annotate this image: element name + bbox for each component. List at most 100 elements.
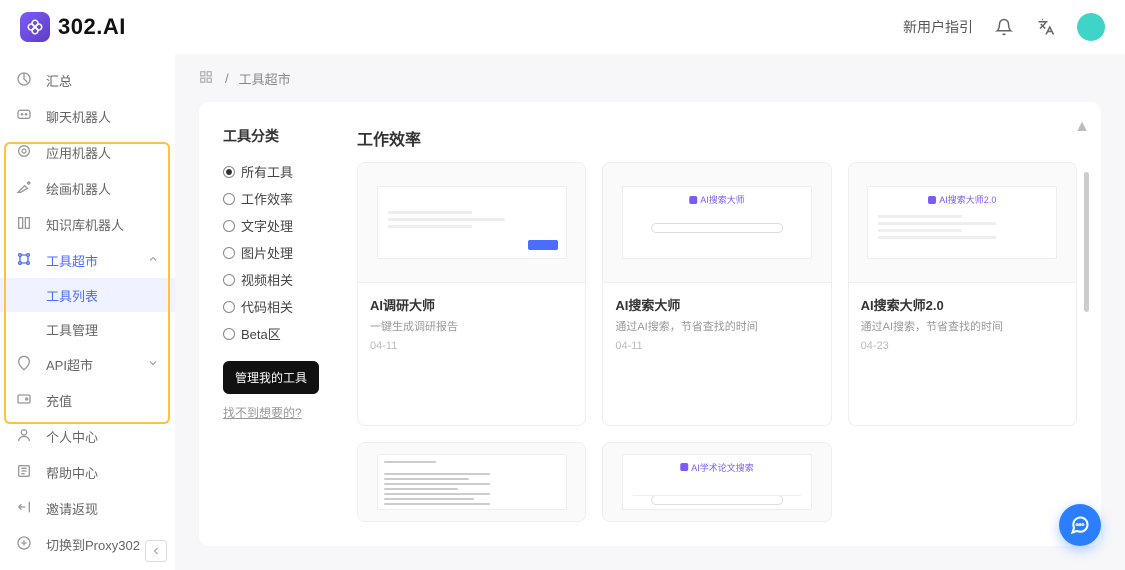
radio-icon — [223, 247, 235, 259]
tool-card[interactable]: AI搜索大师2.0 AI搜索大师2.0 通过AI搜索，节省查找的时间 04-23 — [848, 162, 1077, 426]
breadcrumb-home-icon[interactable] — [199, 70, 215, 86]
tool-thumbnail: AI搜索大师2.0 — [849, 163, 1076, 283]
tool-thumbnail: AI学术论文搜索 — [603, 443, 830, 522]
help-icon — [16, 463, 34, 481]
sidebar-item-drawbot[interactable]: 绘画机器人 — [0, 170, 175, 206]
tool-title: AI搜索大师 — [615, 295, 818, 314]
tool-thumbnail: AI搜索大师 — [603, 163, 830, 283]
new-user-guide-link[interactable]: 新用户指引 — [903, 17, 973, 37]
tool-title: AI搜索大师2.0 — [861, 295, 1064, 314]
thumb-brand-label: AI搜索大师 — [689, 193, 745, 206]
sidebar-item-label: 应用机器人 — [46, 143, 111, 162]
tool-card-placeholder — [848, 442, 1077, 523]
tool-desc: 通过AI搜索，节省查找的时间 — [615, 318, 818, 334]
radio-icon — [223, 220, 235, 232]
radio-icon — [223, 166, 235, 178]
sidebar-item-knowledgebot[interactable]: 知识库机器人 — [0, 206, 175, 242]
thumb-brand-label: AI搜索大师2.0 — [928, 193, 996, 206]
tool-desc: 通过AI搜索，节省查找的时间 — [861, 318, 1064, 334]
sidebar-subitem-label: 工具管理 — [46, 320, 98, 339]
sidebar-subitem-label: 工具列表 — [46, 286, 98, 305]
tools-icon — [16, 251, 34, 269]
sidebar-item-label: 邀请返现 — [46, 499, 98, 518]
api-icon — [16, 355, 34, 373]
chevron-down-icon — [147, 357, 159, 372]
swap-icon — [16, 535, 34, 553]
knowledge-icon — [16, 215, 34, 233]
sidebar-subitem-toollist[interactable]: 工具列表 — [0, 278, 175, 312]
tool-date: 04-11 — [615, 340, 818, 352]
sidebar-item-toolstore[interactable]: 工具超市 — [0, 242, 175, 278]
missing-tool-link[interactable]: 找不到想要的? — [223, 404, 333, 421]
sidebar-item-label: 个人中心 — [46, 427, 98, 446]
notification-icon[interactable] — [993, 16, 1015, 38]
radio-icon — [223, 301, 235, 313]
main-panel: 工具分类 所有工具 工作效率 文字处理 图片处理 视频相关 代码相关 Beta区… — [199, 102, 1101, 546]
sidebar: 汇总 聊天机器人 应用机器人 绘画机器人 知识库机器人 工具超市 工具列表 工具… — [0, 54, 175, 570]
manage-my-tools-button[interactable]: 管理我的工具 — [223, 361, 319, 394]
category-option-text[interactable]: 文字处理 — [223, 212, 333, 239]
tool-grid: AI调研大师 一键生成调研报告 04-11 AI搜索大师 — [357, 162, 1077, 522]
invite-icon — [16, 499, 34, 517]
sidebar-item-summary[interactable]: 汇总 — [0, 62, 175, 98]
tool-thumbnail — [358, 443, 585, 522]
topbar-actions: 新用户指引 — [903, 13, 1105, 41]
breadcrumb-current: 工具超市 — [239, 69, 291, 88]
user-avatar[interactable] — [1077, 13, 1105, 41]
sidebar-item-apistore[interactable]: API超市 — [0, 346, 175, 382]
sidebar-subitem-toolmanage[interactable]: 工具管理 — [0, 312, 175, 346]
breadcrumb-separator: / — [225, 71, 229, 86]
tool-card[interactable]: AI学术论文搜索 — [602, 442, 831, 523]
chat-icon — [16, 107, 34, 125]
scrollbar-thumb[interactable] — [1084, 172, 1089, 312]
breadcrumb: / 工具超市 — [175, 54, 1125, 102]
sidebar-collapse-button[interactable] — [145, 540, 167, 562]
sidebar-item-chatbot[interactable]: 聊天机器人 — [0, 98, 175, 134]
sidebar-item-label: 切换到Proxy302 — [46, 535, 140, 554]
app-icon — [16, 143, 34, 161]
category-option-all[interactable]: 所有工具 — [223, 158, 333, 185]
tool-card[interactable]: AI搜索大师 AI搜索大师 通过AI搜索，节省查找的时间 04-11 — [602, 162, 831, 426]
sidebar-item-label: 绘画机器人 — [46, 179, 111, 198]
chat-fab-button[interactable] — [1059, 504, 1101, 546]
category-option-video[interactable]: 视频相关 — [223, 266, 333, 293]
content-area: / 工具超市 工具分类 所有工具 工作效率 文字处理 图片处理 视频相关 代码相… — [175, 54, 1125, 570]
language-icon[interactable] — [1035, 16, 1057, 38]
draw-icon — [16, 179, 34, 197]
chevron-up-icon — [147, 253, 159, 268]
user-icon — [16, 427, 34, 445]
category-option-code[interactable]: 代码相关 — [223, 293, 333, 320]
brand-logo-icon — [20, 12, 50, 42]
catalog-heading: 工作效率 — [357, 126, 1077, 150]
catalog: 工作效率 AI调研大师 一键生成调研报告 04-11 — [357, 126, 1077, 522]
sidebar-item-invite[interactable]: 邀请返现 — [0, 490, 175, 526]
sidebar-item-help[interactable]: 帮助中心 — [0, 454, 175, 490]
sidebar-item-appbot[interactable]: 应用机器人 — [0, 134, 175, 170]
sidebar-item-recharge[interactable]: 充值 — [0, 382, 175, 418]
radio-icon — [223, 193, 235, 205]
category-option-beta[interactable]: Beta区 — [223, 320, 333, 347]
radio-icon — [223, 274, 235, 286]
radio-icon — [223, 328, 235, 340]
tool-card[interactable] — [357, 442, 586, 523]
category-option-image[interactable]: 图片处理 — [223, 239, 333, 266]
category-option-efficiency[interactable]: 工作效率 — [223, 185, 333, 212]
scroll-up-button[interactable]: ▲ — [1074, 118, 1090, 136]
sidebar-item-label: 工具超市 — [46, 251, 98, 270]
sidebar-item-label: 聊天机器人 — [46, 107, 111, 126]
category-title: 工具分类 — [223, 126, 333, 146]
wallet-icon — [16, 391, 34, 409]
main-layout: 汇总 聊天机器人 应用机器人 绘画机器人 知识库机器人 工具超市 工具列表 工具… — [0, 54, 1125, 570]
tool-thumbnail — [358, 163, 585, 283]
brand-logo[interactable]: 302.AI — [20, 12, 126, 42]
sidebar-item-profile[interactable]: 个人中心 — [0, 418, 175, 454]
sidebar-item-label: 汇总 — [46, 71, 72, 90]
brand-text: 302.AI — [58, 14, 126, 40]
top-bar: 302.AI 新用户指引 — [0, 0, 1125, 54]
thumb-brand-label: AI学术论文搜索 — [680, 461, 754, 474]
tool-date: 04-11 — [370, 340, 573, 352]
sidebar-item-label: 帮助中心 — [46, 463, 98, 482]
tool-desc: 一键生成调研报告 — [370, 318, 573, 334]
tool-card[interactable]: AI调研大师 一键生成调研报告 04-11 — [357, 162, 586, 426]
sidebar-item-label: 充值 — [46, 391, 72, 410]
